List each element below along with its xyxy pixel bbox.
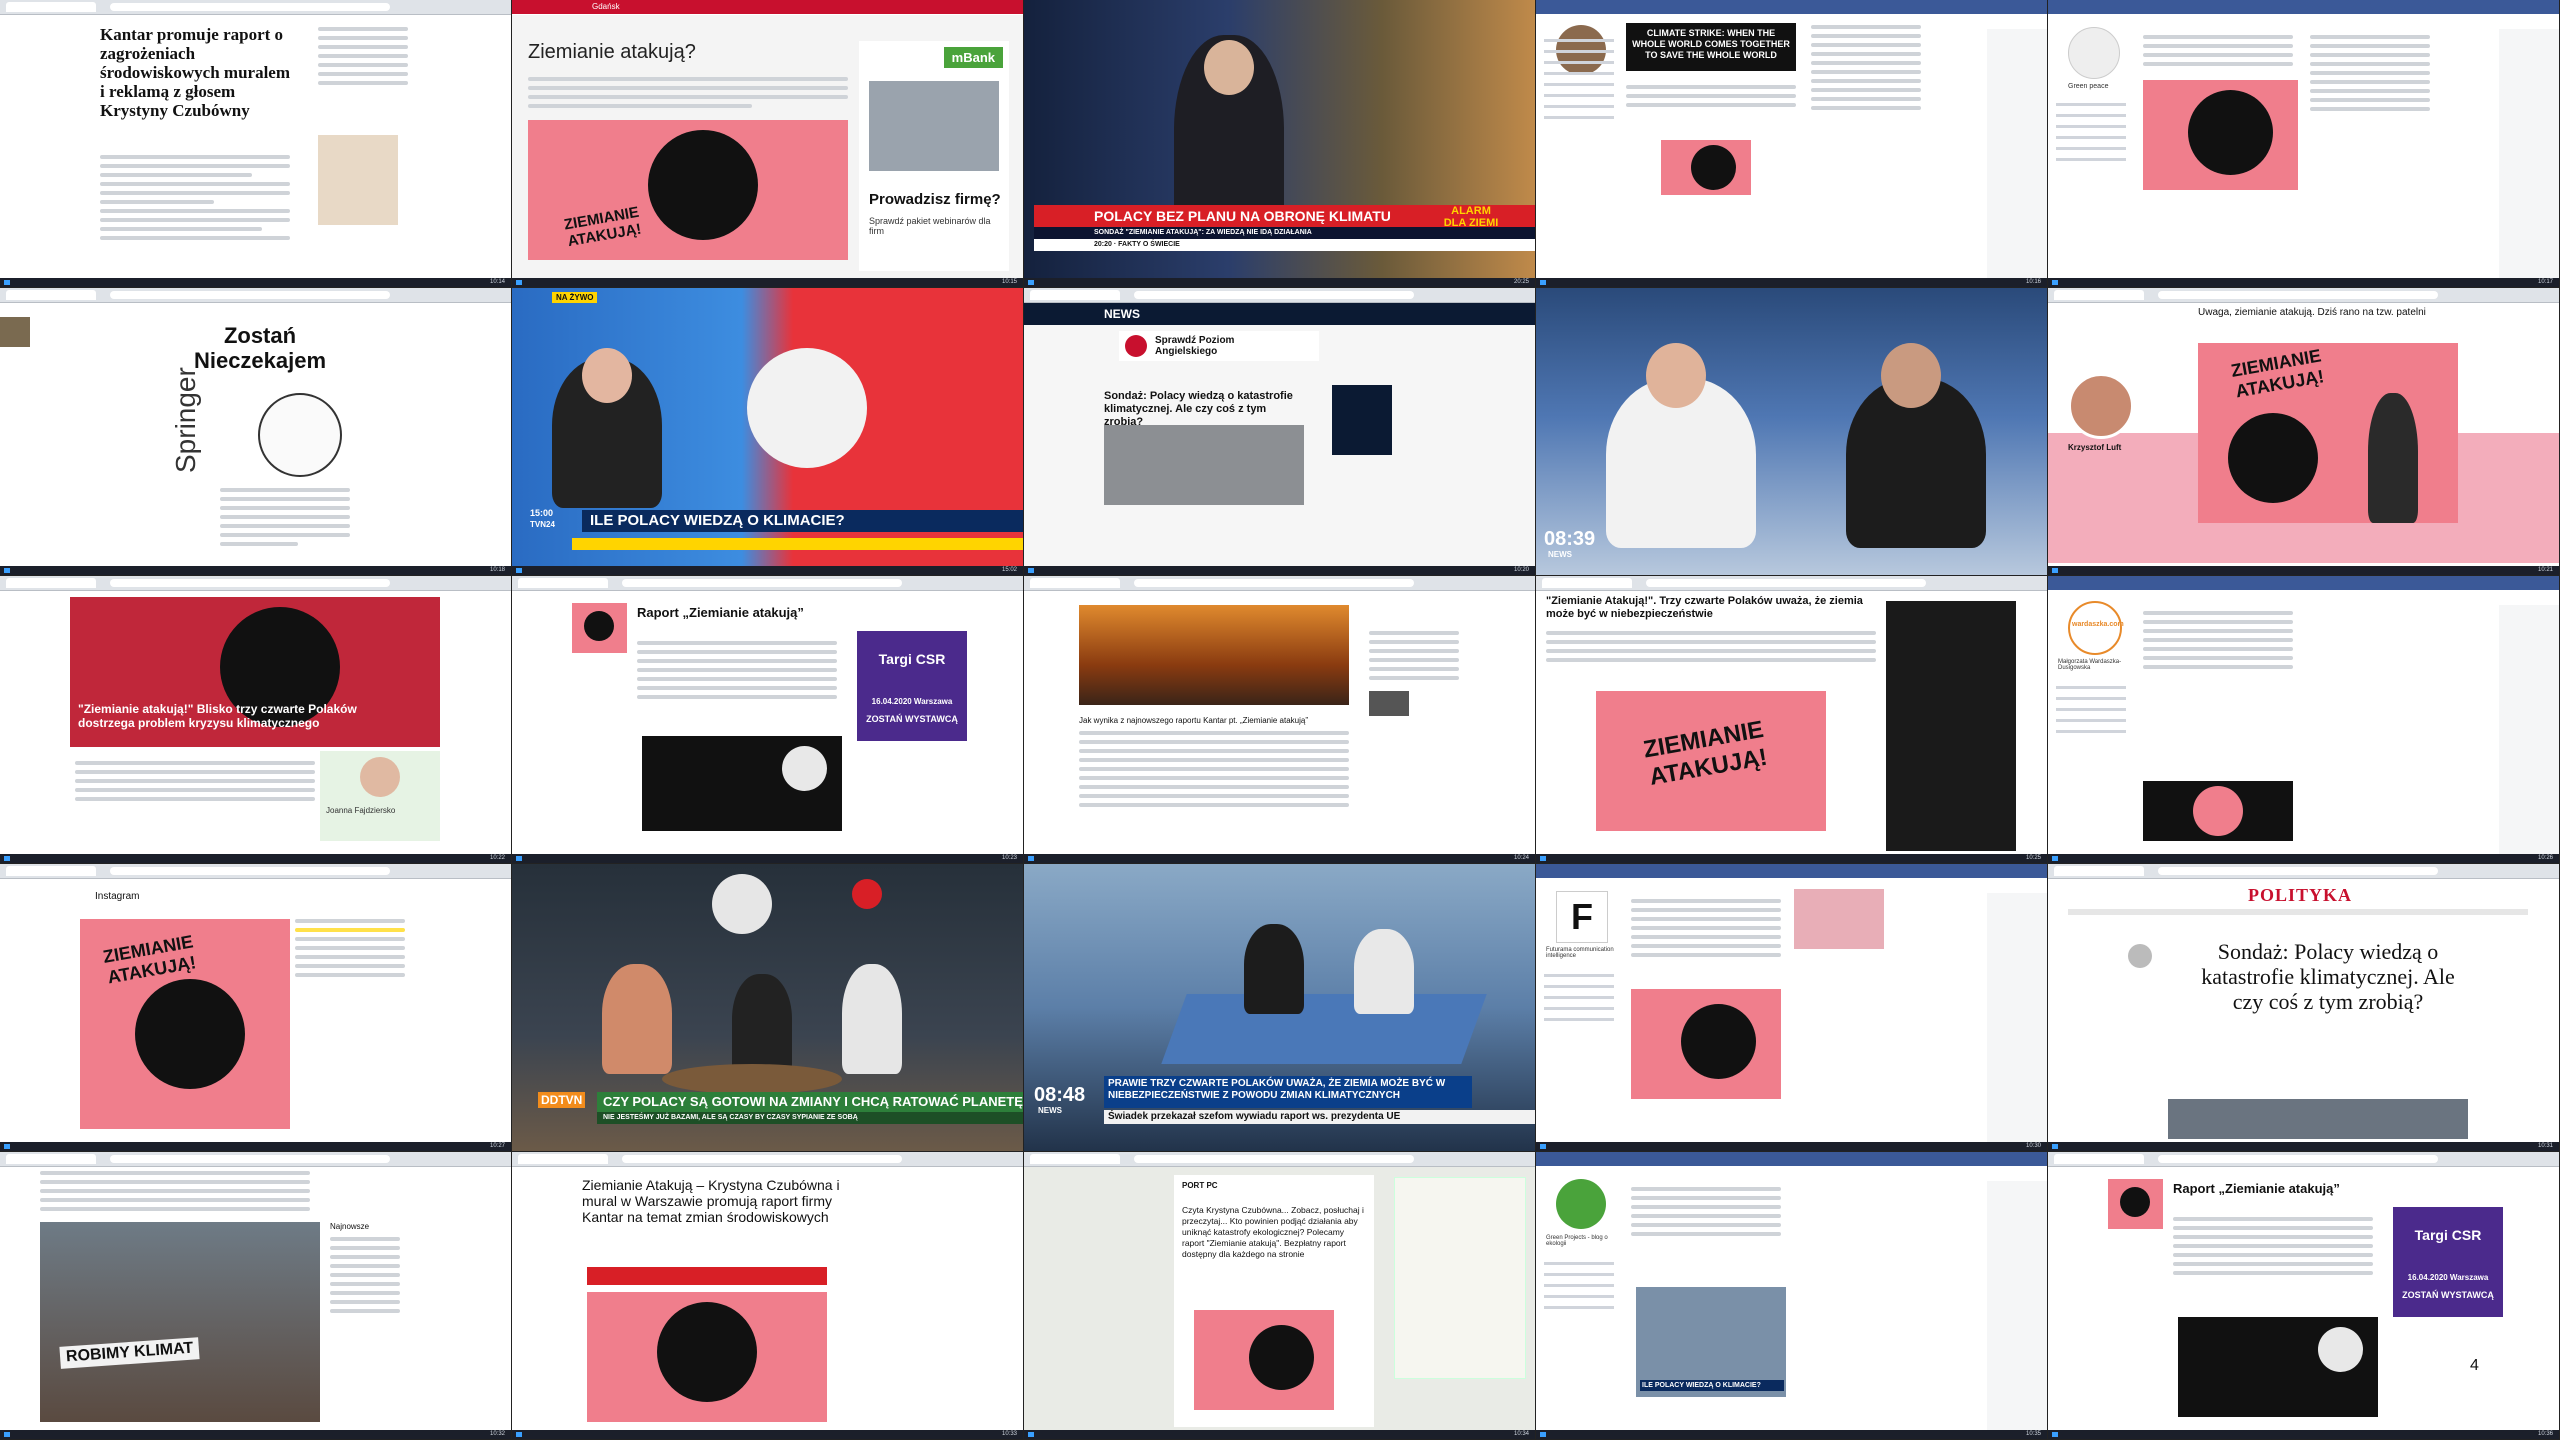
screenshot-collage: Kantar promuje raport o zagrożeniach śro… (0, 0, 2560, 1440)
mural-photo: ZIEMIANIE ATAKUJĄ! (1596, 691, 1826, 831)
article-headline: "Ziemianie Atakują!". Trzy czwarte Polak… (1546, 595, 1863, 620)
facebook-topbar (1536, 0, 2047, 14)
page-logo: wardaszka.com (2068, 601, 2124, 655)
news-ticker: CZY POLACY SĄ GOTOWI NA ZMIANY I CHCĄ RA… (597, 1092, 1023, 1112)
page-number: 4 (2470, 1357, 2479, 1374)
tile-tvn24-studio: NA ŻYWO ILE POLACY WIEDZĄ O KLIMACIE? 15… (512, 288, 1024, 576)
article-headline: Raport „Ziemianie atakują” (2173, 1181, 2340, 1196)
post-card: PORT PC Czyta Krystyna Czubówna... Zobac… (1174, 1175, 1374, 1427)
post-image (2143, 80, 2298, 190)
tile-csr-report: Raport „Ziemianie atakują” Targi CSR 16.… (512, 576, 1024, 864)
tile-instagram: Instagram ZIEMIANIE ATAKUJĄ! 10:27 (0, 864, 512, 1152)
tile-protest-article: ROBIMY KLIMAT Najnowsze 10:32 (0, 1152, 512, 1440)
promo-box[interactable]: Targi CSR 16.04.2020 Warszawa ZOSTAŃ WYS… (2393, 1207, 2503, 1317)
alarm-badge: ALARM DLA ZIEMI (1443, 205, 1499, 229)
article-headline: Raport „Ziemianie atakują” (637, 605, 804, 620)
tile-smoke-article: Jak wynika z najnowszego raportu Kantar … (1024, 576, 1536, 864)
tile-polsat-news-web: NEWS Sprawdź Poziom Angielskiego Sondaż:… (1024, 288, 1536, 576)
tile-facebook-green-projects: Green Projects - blog o ekologii ILE POL… (1536, 1152, 2048, 1440)
brand-logo: POLITYKA (2248, 885, 2353, 905)
mural-photo: ZIEMIANIE ATAKUJĄ! (528, 120, 848, 260)
site-nav: Gdańsk (512, 0, 1023, 14)
tweet-photo: ZIEMIANIE ATAKUJĄ! (2198, 343, 2458, 523)
news-ticker: ILE POLACY WIEDZĄ O KLIMACIE? (582, 510, 1023, 532)
tile-facebook-climate-strike: CLIMATE STRIKE: WHEN THE WHOLE WORLD COM… (1536, 0, 2048, 288)
tile-trojmiasto-article: Gdańsk Ziemianie atakują? ZIEMIANIE ATAK… (512, 0, 1024, 288)
mural-photo (587, 1292, 827, 1422)
laptop-image (869, 81, 999, 171)
tile-tv-news-anchor: POLACY BEZ PLANU NA OBRONĘ KLIMATU SONDA… (1024, 0, 1536, 288)
tv-frame: POLACY BEZ PLANU NA OBRONĘ KLIMATU SONDA… (1024, 0, 1535, 287)
tile-article-hero: "Ziemianie atakują!" Blisko trzy czwarte… (0, 576, 512, 864)
tile-csr-report-2: Raport „Ziemianie atakują” Targi CSR 16.… (2048, 1152, 2560, 1440)
ad-banner[interactable]: Sprawdź Poziom Angielskiego (1119, 331, 1319, 361)
sidebar-image (318, 135, 398, 225)
hero-image: "Ziemianie atakują!" Blisko trzy czwarte… (70, 597, 440, 747)
tile-twitter-luft: Krzysztof Luft Uwaga, ziemianie atakują.… (2048, 288, 2560, 576)
news-ticker: PRAWIE TRZY CZWARTE POLAKÓW UWAŻA, ŻE ZI… (1104, 1076, 1472, 1108)
page-logo: F (1556, 891, 1608, 943)
article-headline: Ziemianie atakują? (528, 41, 696, 63)
video-player[interactable] (642, 736, 842, 831)
brand-logo: Springer (170, 367, 201, 473)
post-image (1661, 140, 1751, 195)
site-header: NEWS (1024, 303, 1535, 325)
tile-port-pc: PORT PC Czyta Krystyna Czubówna... Zobac… (1024, 1152, 1536, 1440)
onair-clock: 08:39 (1544, 528, 1596, 550)
article-headline: Sondaż: Polacy wiedzą o katastrofie klim… (2201, 939, 2455, 1014)
browser-chrome (0, 0, 511, 15)
sidebar-news (1886, 601, 2016, 851)
video-thumbnail[interactable]: ILE POLACY WIEDZĄ O KLIMACIE? (1636, 1287, 1786, 1397)
post-image (1631, 989, 1781, 1099)
hero-image (1079, 605, 1349, 705)
tile-facebook-greenpeace: Green peace 10:17 (2048, 0, 2560, 288)
article-image (1104, 425, 1304, 505)
ad-mbank[interactable]: mBank Prowadzisz firmę? Sprawdź pakiet w… (859, 41, 1009, 271)
promo-box[interactable]: Targi CSR 16.04.2020 Warszawa ZOSTAŃ WYS… (857, 631, 967, 741)
cover-banner: CLIMATE STRIKE: WHEN THE WHOLE WORLD COM… (1626, 23, 1796, 71)
avatar (2068, 373, 2134, 439)
tile-facebook-futurama: F Futurama communication intelligence 10… (1536, 864, 2048, 1152)
nav-bar (2068, 909, 2528, 915)
onair-clock: 08:48 (1034, 1084, 1086, 1106)
page-title: Zostań Nieczekajem (193, 323, 327, 373)
tile-polityka: POLITYKA Sondaż: Polacy wiedzą o katastr… (2048, 864, 2560, 1152)
tile-ziemianie-article: "Ziemianie Atakują!". Trzy czwarte Polak… (1536, 576, 2048, 864)
tweet-text: Uwaga, ziemianie atakują. Dziś rano na t… (2198, 307, 2426, 318)
tile-facebook-wardaszka: wardaszka.com Małgorzata Wardaszka-Dusig… (2048, 576, 2560, 864)
tile-polsat-studio: 08:39 NEWS (1536, 288, 2048, 576)
tile-ddtvn-studio: DDTVN CZY POLACY SĄ GOTOWI NA ZMIANY I C… (512, 864, 1024, 1152)
article-headline: Kantar promuje raport o zagrożeniach śro… (100, 25, 290, 120)
tile-czubowna-article: Ziemianie Atakują – Krystyna Czubówna i … (512, 1152, 1024, 1440)
article-headline: Sondaż: Polacy wiedzą o katastrofie klim… (1104, 390, 1293, 428)
instagram-logo: Instagram (95, 891, 140, 902)
protest-photo: ROBIMY KLIMAT (40, 1222, 320, 1422)
article-headline: Ziemianie Atakują – Krystyna Czubówna i … (582, 1177, 840, 1225)
page-logo (2068, 27, 2120, 79)
page-logo (1556, 1179, 1606, 1229)
portrait-sketch (258, 393, 342, 477)
post-image: ZIEMIANIE ATAKUJĄ! (80, 919, 290, 1129)
tile-polsat-news-studio: 08:48 NEWS PRAWIE TRZY CZWARTE POLAKÓW U… (1024, 864, 1536, 1152)
tile-kantar-article: Kantar promuje raport o zagrożeniach śro… (0, 0, 512, 288)
globe-graphic (747, 348, 867, 468)
tile-springer: Zostań Nieczekajem Springer 10:18 (0, 288, 512, 576)
video-player[interactable] (2178, 1317, 2378, 1417)
